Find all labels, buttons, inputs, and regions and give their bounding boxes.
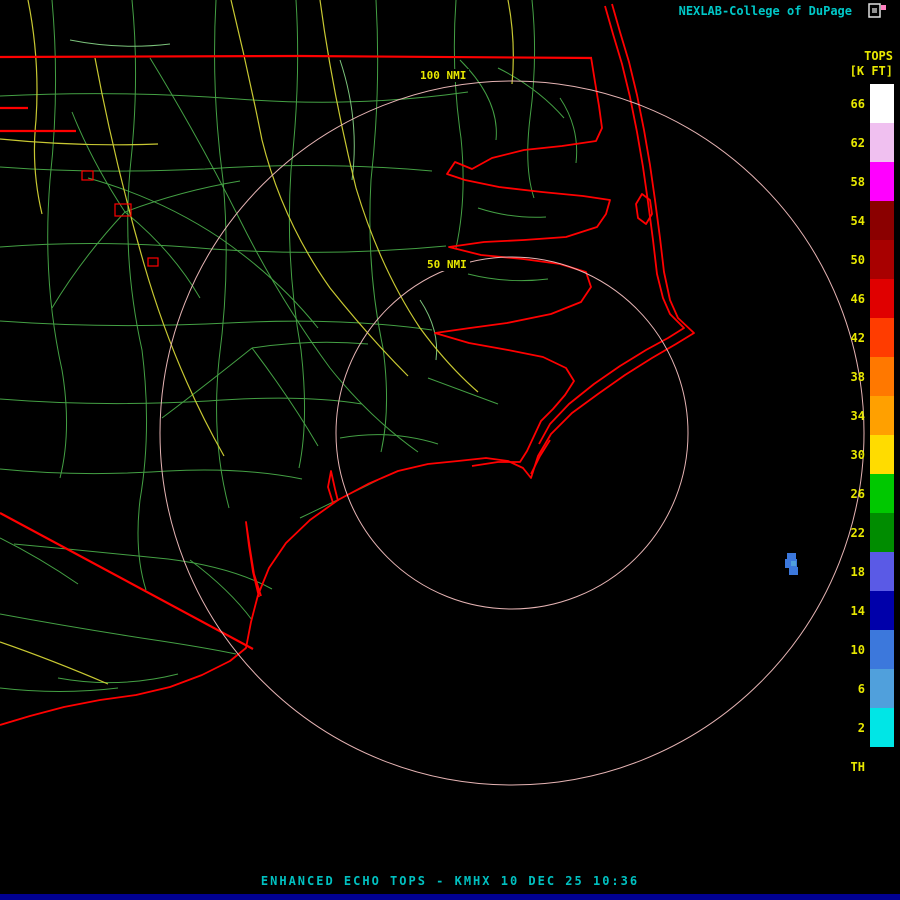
legend-label: 26 (833, 487, 865, 501)
ring-label-100nmi: 100 NMI (417, 69, 469, 82)
legend-label: 50 (833, 253, 865, 267)
echo-blob (785, 553, 798, 575)
legend-label: 22 (833, 526, 865, 540)
legend-label: 14 (833, 604, 865, 618)
legend-label: 6 (833, 682, 865, 696)
cape-fear-river (246, 522, 261, 597)
legend-label: 62 (833, 136, 865, 150)
road-network-minor-light (70, 40, 437, 360)
legend-row: 66 (833, 84, 894, 123)
new-river-inlet (328, 471, 338, 503)
legend-swatch (870, 552, 894, 591)
legend-row: 18 (833, 552, 894, 591)
legend-swatch (870, 513, 894, 552)
legend-swatch (870, 669, 894, 708)
legend-swatch (870, 240, 894, 279)
legend-row: 30 (833, 435, 894, 474)
legend-swatch (870, 318, 894, 357)
legend-label: 54 (833, 214, 865, 228)
legend-swatch (870, 630, 894, 669)
legend-units: [K FT] (850, 64, 893, 78)
legend-label: 18 (833, 565, 865, 579)
legend-row: 14 (833, 591, 894, 630)
legend-row: TH (833, 747, 894, 786)
legend-swatch (870, 747, 894, 786)
footer-caption: ENHANCED ECHO TOPS - KMHX 10 DEC 25 10:3… (0, 874, 900, 888)
legend-row: 42 (833, 318, 894, 357)
legend-label: 42 (833, 331, 865, 345)
core-banks-inner (531, 440, 550, 474)
legend-label: 2 (833, 721, 865, 735)
bottom-border-bar (0, 894, 900, 900)
legend-label: 30 (833, 448, 865, 462)
road-network-minor (0, 0, 577, 692)
legend-swatch (870, 84, 894, 123)
legend-label: 10 (833, 643, 865, 657)
legend-row: 26 (833, 474, 894, 513)
legend-label: 38 (833, 370, 865, 384)
legend-row: 10 (833, 630, 894, 669)
legend-rows: 66625854504642383430262218141062TH (833, 84, 894, 786)
legend-row: 62 (833, 123, 894, 162)
radar-screen: NEXLAB-College of DuPage TOPS [K FT] 666… (0, 0, 900, 900)
legend-row: 6 (833, 669, 894, 708)
legend-swatch (870, 123, 894, 162)
outer-banks-ocean-shore (0, 4, 694, 725)
legend-swatch (870, 396, 894, 435)
range-rings (160, 81, 864, 785)
legend-label: 46 (833, 292, 865, 306)
legend-swatch (870, 474, 894, 513)
legend-swatch (870, 435, 894, 474)
legend-row: 54 (833, 201, 894, 240)
legend-swatch (870, 708, 894, 747)
legend-row: 2 (833, 708, 894, 747)
legend-row: 34 (833, 396, 894, 435)
legend-title: TOPS (864, 49, 893, 63)
legend-swatch (870, 162, 894, 201)
legend-label: 58 (833, 175, 865, 189)
legend-row: 46 (833, 279, 894, 318)
legend-label: 34 (833, 409, 865, 423)
ring-label-50nmi: 50 NMI (424, 258, 470, 271)
cod-logo-icon (868, 3, 888, 19)
credit-text: NEXLAB-College of DuPage (679, 4, 852, 18)
range-ring-50nmi (336, 257, 688, 609)
urban-boundaries (82, 171, 158, 266)
coastline (0, 4, 694, 725)
legend-label: 66 (833, 97, 865, 111)
legend-row: 50 (833, 240, 894, 279)
legend-row: 22 (833, 513, 894, 552)
radar-map (0, 0, 900, 900)
legend-swatch (870, 591, 894, 630)
legend-label: TH (833, 760, 865, 774)
legend-swatch (870, 201, 894, 240)
legend-swatch (870, 357, 894, 396)
range-ring-100nmi (160, 81, 864, 785)
legend-swatch (870, 279, 894, 318)
legend-row: 38 (833, 357, 894, 396)
legend-row: 58 (833, 162, 894, 201)
va-nc-border (0, 56, 592, 58)
outer-banks-sound-shore (539, 6, 684, 444)
